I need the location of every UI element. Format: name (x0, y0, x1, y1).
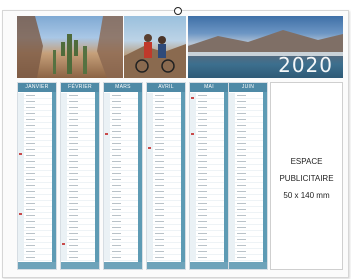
month-footer (229, 262, 267, 269)
month-footer (190, 262, 228, 269)
month-column-6: JUIN (228, 82, 268, 270)
month-footer (104, 262, 142, 269)
cactus-landscape-photo (17, 16, 123, 78)
holiday-marker (19, 213, 22, 215)
month-column-5: MAI (189, 82, 229, 270)
holiday-marker (148, 147, 151, 149)
holiday-marker (191, 97, 194, 99)
month-header: MAI (190, 83, 228, 92)
ad-space-size: 50 x 140 mm (283, 191, 330, 200)
day-rows (18, 93, 52, 261)
month-header: JUIN (229, 83, 267, 92)
holiday-marker (62, 243, 65, 245)
month-header: MARS (104, 83, 142, 92)
month-column-1: JANVIER (17, 82, 57, 270)
month-column-3: MARS (103, 82, 143, 270)
month-footer (61, 262, 99, 269)
year-label: 2020 (278, 53, 333, 77)
hanging-hole (174, 7, 182, 15)
holiday-marker (19, 153, 22, 155)
ad-space-subtitle: PUBLICITAIRE (279, 174, 334, 183)
month-footer (18, 262, 56, 269)
month-header: AVRIL (147, 83, 185, 92)
month-header: FÉVRIER (61, 83, 99, 92)
month-column-2: FÉVRIER (60, 82, 100, 270)
day-rows (147, 93, 181, 261)
month-side-bar (263, 92, 267, 262)
mountain-lake-photo: 2020 (188, 16, 343, 78)
holiday-marker (105, 133, 108, 135)
day-rows (61, 93, 95, 261)
month-side-bar (181, 92, 185, 262)
ad-space-box: ESPACE PUBLICITAIRE 50 x 140 mm (270, 82, 343, 270)
month-header: JANVIER (18, 83, 56, 92)
day-rows (104, 93, 138, 261)
month-column-4: AVRIL (146, 82, 186, 270)
day-rows (190, 93, 224, 261)
cyclists-photo (124, 16, 186, 78)
holiday-marker (191, 133, 194, 135)
month-footer (147, 262, 185, 269)
day-rows (229, 93, 263, 261)
ad-space-title: ESPACE (290, 157, 323, 166)
month-side-bar (52, 92, 56, 262)
month-side-bar (95, 92, 99, 262)
month-side-bar (138, 92, 142, 262)
